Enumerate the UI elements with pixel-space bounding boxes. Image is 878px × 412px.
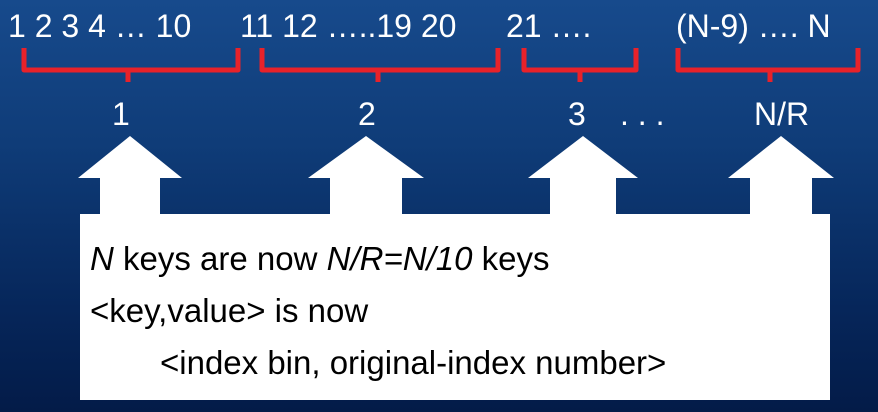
brace-bin-last — [675, 48, 861, 82]
sequence-group-2: 11 12 …..19 20 — [240, 8, 457, 44]
message-end: keys — [472, 240, 550, 277]
brace-bin-3 — [521, 48, 639, 82]
message-mid: keys are now — [113, 240, 327, 277]
bin-label-last: N/R — [754, 96, 810, 132]
bin-label-3: 3 — [568, 96, 586, 132]
bin-label-2: 2 — [358, 96, 376, 132]
brace-bin-1 — [21, 48, 241, 82]
ellipsis: . . . — [620, 96, 665, 132]
sequence-group-1: 1 2 3 4 … 10 — [8, 8, 192, 44]
message-line-3: <index bin, original-index number> — [160, 344, 667, 381]
message-ratio: N/R=N/10 — [326, 240, 473, 277]
sequence-group-3: 21 …. — [506, 8, 592, 44]
message-line-1: N keys are now N/R=N/10 keys — [90, 238, 549, 280]
message-n: N — [90, 240, 114, 277]
brace-bin-2 — [259, 48, 501, 82]
slide: 1 2 3 4 … 10 11 12 …..19 20 21 …. (N-9) … — [0, 0, 878, 412]
sequence-group-last: (N-9) …. N — [676, 8, 831, 44]
bin-label-1: 1 — [112, 96, 130, 132]
message-line-2: <key,value> is now — [90, 292, 369, 329]
